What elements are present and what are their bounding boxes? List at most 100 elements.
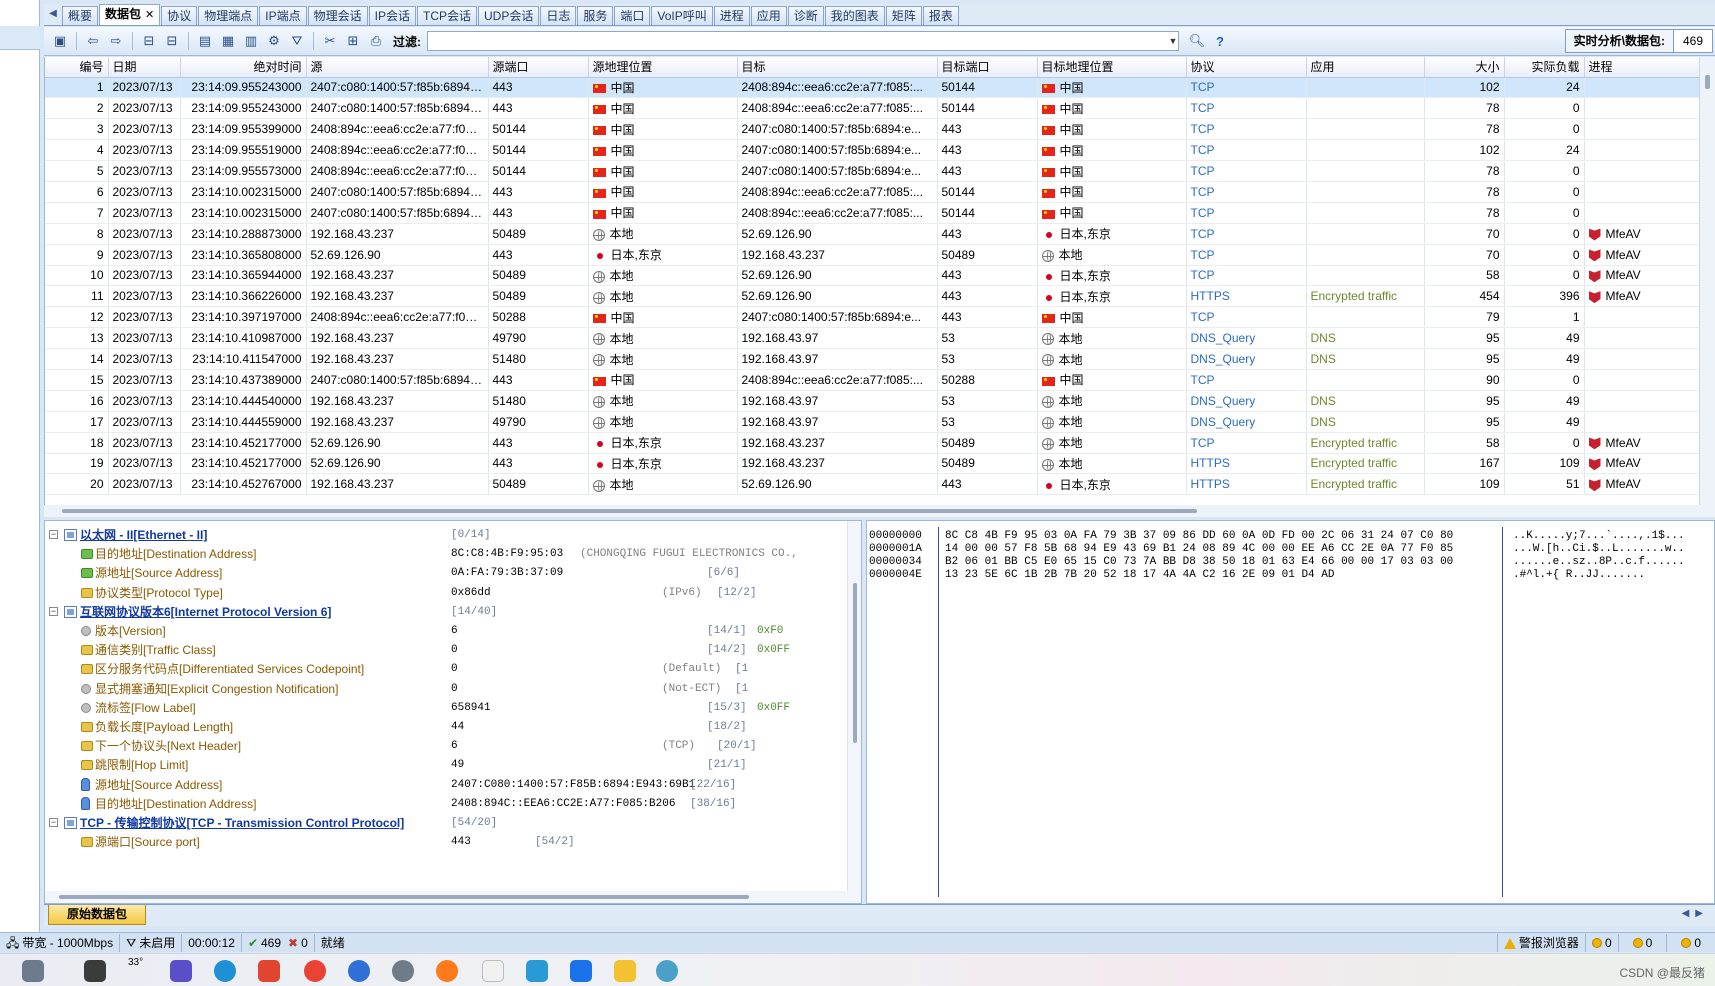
column-header[interactable]: 编号 [45, 57, 109, 78]
column-header[interactable]: 大小 [1424, 57, 1505, 78]
table-row[interactable]: 2 2023/07/13 23:14:09.955243000 2407:c080:1… [45, 97, 1699, 120]
tree-field-row[interactable]: 负载长度[Payload Length] 44 [18/2] [45, 717, 845, 737]
help-icon[interactable]: ? [1210, 31, 1230, 51]
column-header[interactable]: 目标地理位置 [1037, 57, 1187, 78]
table-row[interactable]: 12 2023/07/13 23:14:10.397197000 2408:894c:… [45, 306, 1699, 329]
table-row[interactable]: 14 2023/07/13 23:14:10.411547000 192.168.43… [45, 348, 1699, 370]
tree-icon[interactable]: ⊞ [343, 31, 363, 51]
hex-view-icon[interactable]: ▥ [241, 31, 261, 51]
collapse-icon[interactable]: − [49, 530, 58, 539]
tree-group-row[interactable]: − TCP - 传输控制协议[TCP - Transmission Control… [45, 813, 845, 833]
scrollbar-thumb[interactable] [59, 895, 749, 899]
table-row[interactable]: 5 2023/07/13 23:14:09.955573000 2408:894c::… [45, 160, 1699, 182]
tab-12[interactable]: VoIP呼叫 [651, 6, 713, 25]
firefox-icon[interactable] [436, 960, 458, 982]
raw-tab-nav-arrows-icon[interactable]: ◀▶ [1682, 908, 1709, 919]
column-header[interactable]: 目标端口 [937, 57, 1038, 78]
chrome-icon[interactable] [304, 960, 326, 982]
filter-funnel-icon[interactable]: ⛛ [287, 31, 307, 51]
tree-field-row[interactable]: 目的地址[Destination Address] 2408:894C::EEA6… [45, 794, 845, 814]
tree-field-row[interactable]: 区分服务代码点[Differentiated Services Codepoin… [45, 659, 845, 679]
tree-field-row[interactable]: 源地址[Source Address] 2407:C080:1400:57:F85… [45, 775, 845, 795]
column-header[interactable]: 协议 [1186, 57, 1307, 78]
alarm-browser[interactable]: 警报浏览器 [1496, 934, 1586, 952]
table-row[interactable]: 15 2023/07/13 23:14:10.437389000 2407:c080:… [45, 369, 1699, 391]
search-icon[interactable]: 🔍︎ [1187, 31, 1207, 51]
decode-hscrollbar[interactable] [45, 891, 849, 903]
tab-5[interactable]: 物理会话 [307, 6, 368, 25]
column-header[interactable]: 源地理位置 [588, 57, 738, 78]
tab-0[interactable]: 概要 [62, 6, 99, 25]
column-header[interactable]: 实际负载 [1504, 57, 1585, 78]
tab-18[interactable]: 报表 [922, 6, 959, 25]
export-icon[interactable]: ⎙ [366, 31, 386, 51]
tab-9[interactable]: 日志 [540, 6, 577, 25]
tab-scroll-left-icon[interactable]: ◀ [46, 8, 60, 24]
app-icon[interactable] [526, 960, 548, 982]
tree-group-row[interactable]: − 互联网协议版本6[Internet Protocol Version 6] [1… [45, 602, 845, 622]
raw-packet-tab[interactable]: 原始数据包 [48, 905, 147, 925]
column-header[interactable]: 应用 [1306, 57, 1425, 78]
tree-field-row[interactable]: 通信类别[Traffic Class] 0 [14/2] 0x0FF [45, 640, 845, 660]
first-page-icon[interactable]: ⊟ [139, 31, 159, 51]
scrollbar-thumb[interactable] [1705, 75, 1710, 89]
collapse-icon[interactable]: − [49, 606, 58, 616]
tab-6[interactable]: IP会话 [368, 6, 416, 25]
settings-icon[interactable] [392, 960, 414, 982]
tree-field-row[interactable]: 协议类型[Protocol Type] 0x86dd (IPv6) [12/2] [45, 583, 845, 603]
save-icon[interactable]: ▣ [50, 31, 70, 51]
column-header[interactable]: 目标 [737, 57, 938, 78]
widget-icon[interactable] [22, 960, 44, 982]
tree-field-row[interactable]: 版本[Version] 6 [14/1] 0xF0 [45, 621, 845, 641]
tab-15[interactable]: 诊断 [787, 6, 824, 25]
tab-10[interactable]: 服务 [577, 6, 614, 25]
table-row[interactable]: 11 2023/07/13 23:14:10.366226000 192.168.43… [45, 285, 1699, 308]
detail-view-icon[interactable]: ▦ [218, 31, 238, 51]
app-icon[interactable] [258, 960, 280, 982]
table-row[interactable]: 9 2023/07/13 23:14:10.365808000 52.69.126.9… [45, 244, 1699, 266]
tools-icon[interactable]: ✂ [320, 31, 340, 51]
column-header[interactable]: 源 [306, 57, 489, 78]
last-page-icon[interactable]: ⊟ [162, 31, 182, 51]
tab-13[interactable]: 进程 [713, 6, 750, 25]
app-icon[interactable] [348, 960, 370, 982]
tree-field-row[interactable]: 下一个协议头[Next Header] 6 (TCP) [20/1] [45, 736, 845, 756]
edge-icon[interactable] [214, 960, 236, 982]
forward-arrow-icon[interactable]: ⇨ [106, 31, 126, 51]
table-row[interactable]: 17 2023/07/13 23:14:10.444559000 192.168.43… [45, 411, 1699, 433]
scrollbar-thumb[interactable] [62, 509, 1197, 513]
column-header[interactable]: 进程 [1584, 57, 1699, 78]
column-header[interactable]: 源端口 [488, 57, 589, 78]
tab-1[interactable]: 数据包 ✕ [99, 4, 161, 25]
back-arrow-icon[interactable]: ⇦ [83, 31, 103, 51]
table-row[interactable]: 3 2023/07/13 23:14:09.955399000 2408:894c::… [45, 118, 1699, 141]
decode-vscrollbar[interactable] [847, 521, 861, 903]
table-row[interactable]: 20 2023/07/13 23:14:10.452767000 192.168.43… [45, 473, 1699, 496]
tab-3[interactable]: 物理端点 [198, 6, 259, 25]
table-row[interactable]: 7 2023/07/13 23:14:10.002315000 2407:c080:1… [45, 202, 1699, 224]
tab-2[interactable]: 协议 [161, 6, 198, 25]
packet-list-vscrollbar[interactable] [1699, 57, 1715, 505]
tab-17[interactable]: 矩阵 [885, 6, 922, 25]
table-row[interactable]: 19 2023/07/13 23:14:10.452177000 52.69.126.… [45, 453, 1699, 475]
options-gear-icon[interactable]: ⚙ [264, 31, 284, 51]
table-row[interactable]: 1 2023/07/13 23:14:09.955243000 2407:c080:1… [45, 77, 1699, 99]
teams-icon[interactable] [170, 960, 192, 982]
table-row[interactable]: 10 2023/07/13 23:14:10.365944000 192.168.43… [45, 265, 1699, 287]
filter-dropdown-icon[interactable]: ▼ [1166, 31, 1180, 51]
app-icon[interactable] [570, 960, 592, 982]
tab-11[interactable]: 端口 [614, 6, 651, 25]
table-row[interactable]: 4 2023/07/13 23:14:09.955519000 2408:894c::… [45, 139, 1699, 162]
table-row[interactable]: 6 2023/07/13 23:14:10.002315000 2407:c080:1… [45, 181, 1699, 203]
tab-4[interactable]: IP端点 [259, 6, 307, 25]
network-analyzer-icon[interactable] [656, 960, 678, 982]
tree-field-row[interactable]: 流标签[Flow Label] 658941 [15/3] 0x0FF [45, 698, 845, 718]
tree-field-row[interactable]: 显式拥塞通知[Explicit Congestion Notification]… [45, 679, 845, 699]
file-icon[interactable] [84, 960, 106, 982]
table-row[interactable]: 18 2023/07/13 23:14:10.452177000 52.69.126.… [45, 432, 1699, 454]
packet-list-hscrollbar[interactable] [44, 505, 1715, 517]
tree-field-row[interactable]: 源地址[Source Address] 0A:FA:79:3B:37:09 [6/6… [45, 563, 845, 583]
column-header[interactable]: 日期 [108, 57, 181, 78]
folder-icon[interactable] [614, 960, 636, 982]
tree-group-row[interactable]: − 以太网 - II[Ethernet - II] [0/14] [45, 525, 845, 545]
